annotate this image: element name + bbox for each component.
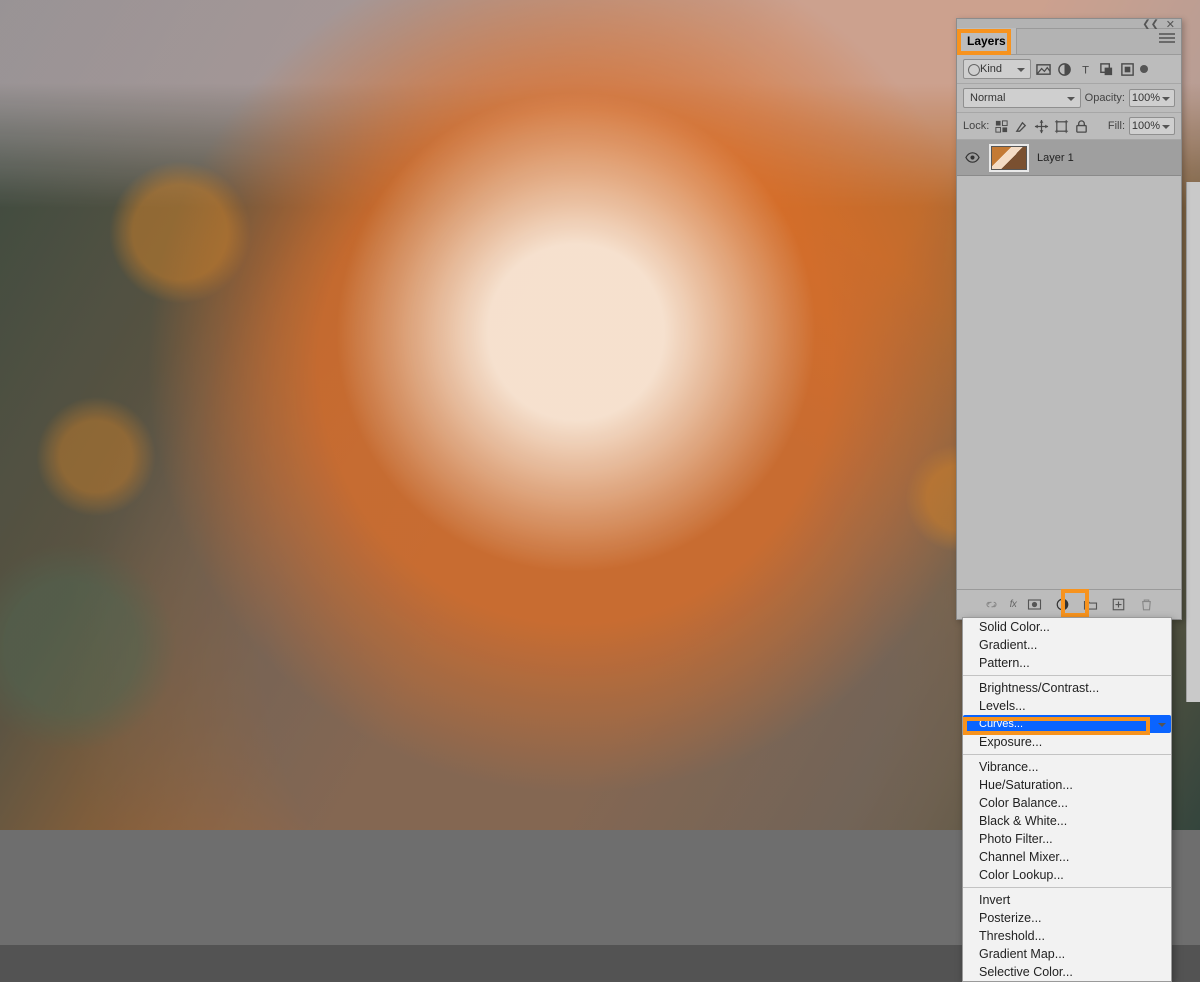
menu-separator: [963, 675, 1171, 676]
svg-text:T: T: [1082, 64, 1089, 76]
lock-transparent-icon[interactable]: [993, 118, 1009, 134]
layer-thumbnail[interactable]: [989, 144, 1029, 172]
menu-item[interactable]: Color Lookup...: [963, 866, 1171, 884]
fill-label: Fill:: [1108, 120, 1125, 132]
panel-tab-row: Layers: [957, 29, 1181, 55]
layer-list[interactable]: Layer 1: [957, 140, 1181, 589]
menu-item[interactable]: Photo Filter...: [963, 830, 1171, 848]
lock-pixels-icon[interactable]: [1013, 118, 1029, 134]
new-layer-icon[interactable]: [1108, 595, 1128, 615]
layer-name[interactable]: Layer 1: [1037, 152, 1074, 164]
menu-item[interactable]: Brightness/Contrast...: [963, 679, 1171, 697]
link-layers-icon[interactable]: [982, 595, 1002, 615]
visibility-eye-icon[interactable]: [964, 149, 981, 166]
adjustment-layer-menu[interactable]: Solid Color...Gradient...Pattern... Brigh…: [962, 617, 1172, 982]
filter-smartobject-icon[interactable]: [1119, 61, 1136, 78]
menu-item[interactable]: Invert: [963, 891, 1171, 909]
delete-layer-icon[interactable]: [1136, 595, 1156, 615]
lock-artboard-icon[interactable]: [1053, 118, 1069, 134]
layer-filter-row: Kind T: [957, 55, 1181, 84]
tab-layers[interactable]: Layers: [957, 28, 1017, 54]
menu-separator: [963, 887, 1171, 888]
blend-mode-select[interactable]: Normal: [963, 88, 1081, 108]
fill-field[interactable]: 100%: [1129, 117, 1175, 135]
filter-type-icon[interactable]: T: [1077, 61, 1094, 78]
menu-item[interactable]: Channel Mixer...: [963, 848, 1171, 866]
menu-item[interactable]: Exposure...: [963, 733, 1171, 751]
menu-item[interactable]: Curves...: [963, 715, 1171, 733]
lock-position-icon[interactable]: [1033, 118, 1049, 134]
menu-item[interactable]: Posterize...: [963, 909, 1171, 927]
filter-pixel-icon[interactable]: [1035, 61, 1052, 78]
lock-fill-row: Lock: Fill: 100%: [957, 113, 1181, 140]
blend-opacity-row: Normal Opacity: 100%: [957, 84, 1181, 113]
panel-menu-icon[interactable]: [1159, 33, 1175, 45]
menu-separator: [963, 754, 1171, 755]
menu-item[interactable]: Levels...: [963, 697, 1171, 715]
menu-item[interactable]: Threshold...: [963, 927, 1171, 945]
menu-item[interactable]: Solid Color...: [963, 618, 1171, 636]
filter-adjustment-icon[interactable]: [1056, 61, 1073, 78]
menu-item[interactable]: Black & White...: [963, 812, 1171, 830]
lock-all-icon[interactable]: [1073, 118, 1089, 134]
new-adjustment-layer-icon[interactable]: [1052, 595, 1072, 615]
opacity-field[interactable]: 100%: [1129, 89, 1175, 107]
menu-item[interactable]: Vibrance...: [963, 758, 1171, 776]
opacity-label: Opacity:: [1085, 92, 1125, 104]
new-group-icon[interactable]: [1080, 595, 1100, 615]
menu-item[interactable]: Pattern...: [963, 654, 1171, 672]
window-scrollbar[interactable]: [1186, 182, 1200, 702]
filter-kind-select[interactable]: Kind: [963, 59, 1031, 79]
menu-item[interactable]: Selective Color...: [963, 963, 1171, 981]
layer-row[interactable]: Layer 1: [957, 140, 1181, 176]
filter-shape-icon[interactable]: [1098, 61, 1115, 78]
menu-item[interactable]: Color Balance...: [963, 794, 1171, 812]
layers-panel-footer: fx: [957, 589, 1181, 619]
layers-panel: ❮❮ ✕ Layers Kind T Normal Opacity: 100% …: [956, 18, 1182, 620]
lock-label: Lock:: [963, 120, 989, 132]
layer-fx-icon[interactable]: fx: [1010, 599, 1017, 610]
menu-item[interactable]: Gradient...: [963, 636, 1171, 654]
filter-toggle-icon[interactable]: [1140, 65, 1148, 73]
menu-item[interactable]: Gradient Map...: [963, 945, 1171, 963]
add-mask-icon[interactable]: [1024, 595, 1044, 615]
menu-item[interactable]: Hue/Saturation...: [963, 776, 1171, 794]
